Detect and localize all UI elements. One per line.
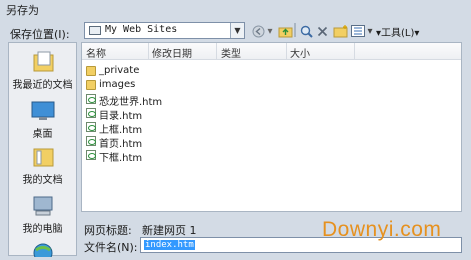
column-modified-date[interactable]: 修改日期 bbox=[152, 45, 192, 60]
folder-icon bbox=[86, 66, 96, 76]
views-dropdown[interactable]: ▾ bbox=[366, 23, 374, 39]
file-name: 下框.htm bbox=[99, 153, 143, 164]
file-name: 首页.htm bbox=[99, 139, 143, 150]
file-name: 恐龙世界.htm bbox=[99, 97, 163, 108]
views-button[interactable] bbox=[350, 23, 366, 39]
column-type[interactable]: 类型 bbox=[221, 45, 241, 60]
place-my-documents[interactable]: 我的文档 bbox=[9, 146, 76, 186]
column-size[interactable]: 大小 bbox=[290, 45, 310, 60]
place-network[interactable] bbox=[9, 241, 76, 260]
save-in-label: 保存位置(I): bbox=[10, 28, 70, 41]
column-header: 名称 修改日期 类型 大小 bbox=[82, 43, 461, 60]
folder-icon bbox=[86, 80, 96, 90]
page-title-label: 网页标题: bbox=[84, 224, 132, 237]
column-name[interactable]: 名称 bbox=[86, 45, 106, 60]
file-name: _private bbox=[99, 65, 140, 76]
site-watermark: Downyi.com bbox=[322, 218, 442, 241]
place-my-computer[interactable]: 我的电脑 bbox=[9, 195, 76, 235]
page-title-value: 新建网页 1 bbox=[142, 224, 197, 237]
toolbar-separator bbox=[294, 23, 296, 37]
file-name-value[interactable]: index.htm bbox=[144, 240, 195, 250]
globe-icon bbox=[33, 243, 52, 257]
file-name-label: 文件名(N): bbox=[84, 241, 138, 254]
my-computer-icon bbox=[33, 196, 52, 216]
file-list[interactable]: 名称 修改日期 类型 大小 _private images 恐龙世界.htm 目… bbox=[81, 42, 462, 212]
window-title: 另存为 bbox=[6, 4, 39, 17]
column-divider[interactable] bbox=[354, 43, 355, 59]
delete-button[interactable] bbox=[316, 23, 329, 39]
place-label: 我的文档 bbox=[22, 175, 63, 186]
back-icon bbox=[252, 25, 264, 37]
html-file-icon bbox=[86, 108, 96, 118]
my-documents-icon bbox=[33, 148, 53, 167]
place-label: 桌面 bbox=[32, 129, 53, 140]
column-divider[interactable] bbox=[286, 43, 287, 59]
file-name: 上框.htm bbox=[99, 125, 143, 136]
place-label: 我最近的文档 bbox=[12, 80, 73, 91]
html-file-icon bbox=[86, 150, 96, 160]
column-divider[interactable] bbox=[148, 43, 149, 59]
views-icon bbox=[351, 25, 365, 37]
place-recent-documents[interactable]: 我最近的文档 bbox=[9, 51, 76, 91]
search-web-button[interactable] bbox=[299, 23, 313, 39]
new-folder-button[interactable] bbox=[332, 23, 348, 39]
place-desktop[interactable]: 桌面 bbox=[9, 100, 76, 140]
column-divider[interactable] bbox=[216, 43, 217, 59]
places-bar: 我最近的文档 桌面 我的文档 我的电脑 bbox=[8, 42, 77, 257]
tools-menu[interactable]: ▾工具(L)▾ bbox=[376, 23, 422, 39]
delete-icon bbox=[317, 26, 328, 36]
save-in-dropdown[interactable]: My Web Sites ▼ bbox=[84, 22, 245, 39]
back-button[interactable] bbox=[251, 23, 265, 39]
place-label: 我的电脑 bbox=[22, 224, 63, 235]
search-icon bbox=[300, 25, 313, 38]
web-folder-icon bbox=[89, 26, 101, 35]
html-file-icon bbox=[86, 136, 96, 146]
up-folder-button[interactable] bbox=[277, 23, 293, 39]
save-in-path: My Web Sites bbox=[105, 24, 178, 35]
file-name: images bbox=[99, 79, 136, 90]
desktop-icon bbox=[31, 101, 54, 120]
file-name: 目录.htm bbox=[99, 111, 143, 122]
html-file-icon bbox=[86, 122, 96, 132]
new-folder-icon bbox=[333, 24, 347, 37]
chevron-down-icon[interactable]: ▼ bbox=[230, 23, 244, 38]
back-dropdown[interactable]: ▾ bbox=[266, 23, 274, 39]
html-file-icon bbox=[86, 94, 96, 104]
recent-docs-icon bbox=[33, 51, 53, 72]
up-folder-icon bbox=[278, 27, 292, 37]
